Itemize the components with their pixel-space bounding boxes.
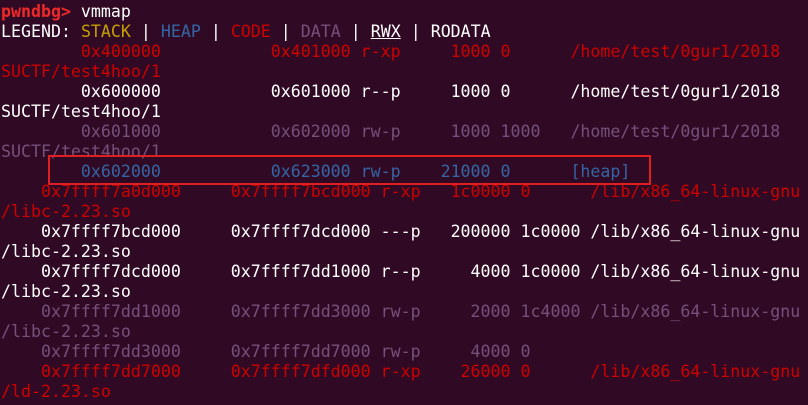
vmmap-line: SUCTF/test4hoo/1 <box>1 142 161 161</box>
vmmap-line: 0x7ffff7bcd000 0x7ffff7dcd000 ---p 20000… <box>1 222 801 241</box>
vmmap-line: 0x7ffff7dd3000 0x7ffff7dd7000 rw-p 4000 … <box>1 342 531 361</box>
vmmap-line: /libc-2.23.so <box>1 322 131 341</box>
legend-separator: | <box>270 22 301 41</box>
legend-line: LEGEND: STACK | HEAP | CODE | DATA | RWX… <box>1 22 491 42</box>
legend-separator: | <box>400 22 431 41</box>
legend-label: LEGEND: <box>1 22 81 41</box>
vmmap-line: 0x600000 0x601000 r--p 1000 0 /home/test… <box>1 82 781 101</box>
legend-rwx: RWX <box>370 22 401 41</box>
vmmap-line: 0x601000 0x602000 rw-p 1000 1000 /home/t… <box>1 122 781 141</box>
legend-stack: STACK <box>80 22 131 41</box>
prompt-line: pwndbg> vmmap <box>1 2 131 22</box>
vmmap-line: /libc-2.23.so <box>1 202 131 221</box>
terminal-window[interactable]: pwndbg> vmmap LEGEND: STACK | HEAP | COD… <box>0 0 808 405</box>
prompt-label: pwndbg> <box>1 2 71 21</box>
vmmap-line: 0x7ffff7dd7000 0x7ffff7dfd000 r-xp 26000… <box>1 362 801 381</box>
legend-rodata: RODATA <box>430 22 491 41</box>
vmmap-line: 0x7ffff7dcd000 0x7ffff7dd1000 r--p 4000 … <box>1 262 801 281</box>
legend-code: CODE <box>230 22 271 41</box>
legend-data: DATA <box>300 22 341 41</box>
command-text: vmmap <box>70 2 131 21</box>
vmmap-line: 0x7ffff7a0d000 0x7ffff7bcd000 r-xp 1c000… <box>1 182 801 201</box>
vmmap-line: 0x400000 0x401000 r-xp 1000 0 /home/test… <box>1 42 781 61</box>
legend-separator: | <box>130 22 161 41</box>
vmmap-line: /ld-2.23.so <box>1 382 111 401</box>
vmmap-line: /libc-2.23.so <box>1 242 131 261</box>
legend-heap: HEAP <box>160 22 201 41</box>
legend-separator: | <box>200 22 231 41</box>
vmmap-line: /libc-2.23.so <box>1 282 131 301</box>
vmmap-line: 0x7ffff7dd1000 0x7ffff7dd3000 rw-p 2000 … <box>1 302 801 321</box>
legend-separator: | <box>340 22 371 41</box>
vmmap-line: SUCTF/test4hoo/1 <box>1 102 161 121</box>
vmmap-line: SUCTF/test4hoo/1 <box>1 62 161 81</box>
vmmap-line-heap: 0x602000 0x623000 rw-p 21000 0 [heap] <box>1 162 631 181</box>
